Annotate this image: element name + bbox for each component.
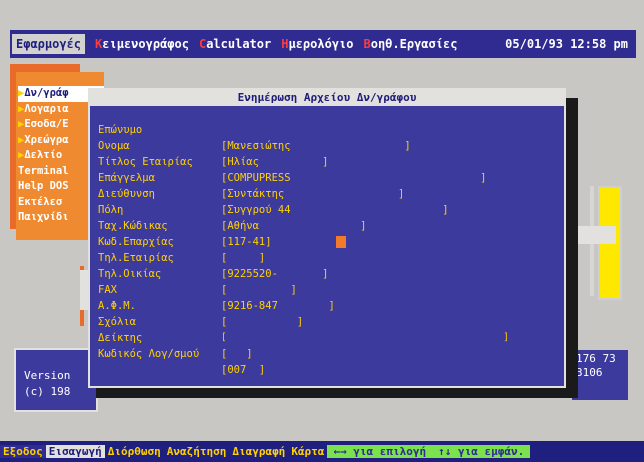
field-row-zip: Ταχ.Κώδικας [117-41] (90, 202, 564, 248)
select-hint: ←→ για επιλογή (327, 445, 433, 458)
top-menu-bar: Εφαρμογές Κειμενογράφος Calculator Ημερο… (10, 30, 636, 58)
display-hint: ↑↓ για εμφάν. (432, 445, 531, 458)
copyright-label: (c) 198 (24, 385, 71, 398)
info-text: 176 73 3106 (576, 352, 616, 379)
field-row-profession: Επάγγελμα [Συντάκτης ] (90, 154, 564, 200)
field-row-taxid: Α.Φ.Μ. [ ] (90, 282, 564, 328)
field-row-workphone: Τηλ.Εταιρίας [9225520- ] (90, 234, 564, 280)
bottom-command-bar: Εξοδος Εισαγωγή Διόρθωση Αναζήτηση Διαγρ… (0, 441, 644, 462)
field-label: Κωδικός Λογ/σμού (98, 348, 200, 360)
version-label: Version (24, 369, 71, 382)
delete-command[interactable]: Διαγραφή (229, 445, 288, 458)
index-field[interactable]: [ ] (221, 346, 253, 362)
address-book-form-window: Επώνυμο [Μανεσιώτης ] Ονομα [Ηλίας ] Τίτ… (88, 88, 566, 388)
search-command[interactable]: Αναζήτηση (164, 445, 230, 458)
field-row-homephone: Τηλ.Οικίας [ ] (90, 250, 564, 296)
field-row-address: Διεύθυνση [Συγγρού 44 ] (90, 170, 564, 216)
menu-text-editor[interactable]: Κειμενογράφος (95, 37, 189, 51)
menu-calculator[interactable]: Calculator (199, 37, 271, 51)
field-row-index: Δείκτης [ ] (90, 314, 564, 360)
clock-display: 05/01/93 12:58 pm (505, 37, 628, 51)
field-row-comments: Σχόλια [ ] (90, 298, 564, 343)
text-cursor (336, 236, 346, 248)
field-row-surname: Επώνυμο [Μανεσιώτης ] (90, 106, 564, 152)
window-shadow (566, 98, 578, 392)
insert-command[interactable]: Εισαγωγή (45, 445, 105, 458)
field-row-areacode: Κωδ.Επαρχίας [ ] (90, 218, 564, 264)
window-title: Ενημέρωση Αρχείου Δν/γράφου (90, 90, 564, 106)
field-row-city: Πόλη [Αθήνα ] (90, 186, 564, 232)
menu-applications[interactable]: Εφαρμογές (12, 34, 86, 54)
field-row-accountcode: Κωδικός Λογ/σμού [007 ] (90, 330, 564, 376)
account-code-field[interactable]: [007 ] (221, 362, 265, 378)
window-shadow (96, 388, 578, 398)
field-row-fax: FAX [9216-847 ] (90, 266, 564, 312)
field-row-firstname: Ονομα [Ηλίας ] (90, 122, 564, 168)
version-box: Version (c) 198 (14, 348, 98, 412)
edit-command[interactable]: Διόρθωση (105, 445, 164, 458)
exit-command[interactable]: Εξοδος (0, 445, 46, 458)
card-command[interactable]: Κάρτα (288, 445, 327, 458)
field-row-company: Τίτλος Εταιρίας [COMPUPRESS ] (90, 138, 564, 184)
menu-utilities[interactable]: Βοηθ.Εργασίες (364, 37, 458, 51)
menu-calendar[interactable]: Ημερολόγιο (281, 37, 353, 51)
